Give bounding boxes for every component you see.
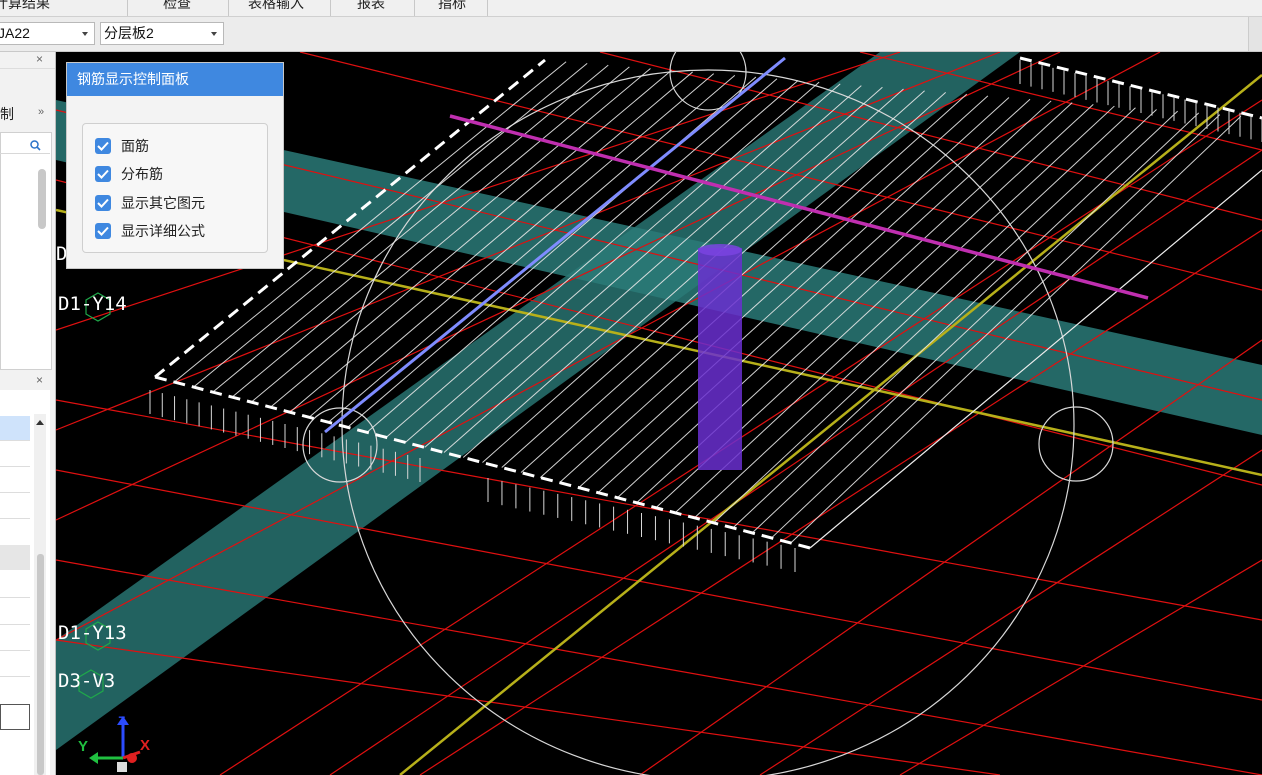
checkbox-checked-icon[interactable] [95,195,111,211]
close-icon[interactable]: × [36,52,43,66]
axis-z-label: Z [118,714,126,728]
value-input[interactable] [0,704,30,730]
menu-item-check[interactable]: 检查 [163,0,191,12]
divider [0,597,30,598]
layer-select-value: 分层板2 [104,25,154,41]
scrollbar[interactable] [34,414,46,775]
toolbar: JA22 分层板2 [0,17,1262,52]
axis-y-label: Y [78,738,89,755]
panel-tab-label[interactable]: 制 [0,104,14,124]
option-label: 显示其它图元 [121,195,205,211]
menu-item-index[interactable]: 指标 [438,0,466,12]
menu-separator [330,0,331,16]
close-icon[interactable]: × [36,373,43,387]
toolbar-edge [1248,17,1262,51]
scrollbar-thumb[interactable] [38,169,46,229]
chevron-down-icon [211,32,217,36]
layer-select[interactable]: 分层板2 [100,22,224,45]
divider [0,440,30,441]
menu-separator [487,0,488,16]
checkbox-checked-icon[interactable] [95,138,111,154]
menu-separator [228,0,229,16]
checkbox-checked-icon[interactable] [95,223,111,239]
left-panel: × 制 » × [0,52,56,775]
menu-item-report[interactable]: 报表 [357,0,385,12]
group-row [0,545,30,570]
menu-item-table-input[interactable]: 表格输入 [248,0,304,12]
divider [0,153,50,154]
options-group: 面筋 分布筋 显示其它图元 显示详细公式 [82,123,268,253]
axis-label-d3-v3: D3-V3 [58,670,116,692]
axis-x-label: X [140,737,151,754]
divider [0,650,30,651]
expand-icon[interactable]: » [38,106,44,118]
scrollbar-thumb[interactable] [37,554,44,775]
component-tree[interactable] [0,132,52,370]
menu-item-results[interactable]: 计算结果 [0,0,50,12]
divider [0,518,30,519]
option-label: 面筋 [121,138,149,154]
component-select-value: JA22 [0,25,30,41]
divider [0,466,30,467]
menu-separator [414,0,415,16]
rebar-display-control-panel: 钢筋显示控制面板 面筋 分布筋 显示其它图元 显示详细公式 [66,62,284,269]
menu-bar: 计算结果 检查 表格输入 报表 指标 [0,0,1262,17]
option-label: 显示详细公式 [121,223,205,239]
search-icon[interactable] [30,138,41,151]
divider [0,68,55,69]
scroll-up-icon[interactable] [36,420,44,425]
selected-row[interactable] [0,416,30,440]
divider [0,492,30,493]
component-select[interactable]: JA22 [0,22,95,45]
divider [0,624,30,625]
panel-title: 钢筋显示控制面板 [67,63,283,96]
chevron-down-icon [82,32,88,36]
axis-label-d1-y14: D1-Y14 [58,293,127,315]
option-label: 分布筋 [121,166,163,182]
checkbox-checked-icon[interactable] [95,166,111,182]
menu-separator [127,0,128,16]
axis-label-d1-y13: D1-Y13 [58,622,127,644]
divider [0,676,30,677]
